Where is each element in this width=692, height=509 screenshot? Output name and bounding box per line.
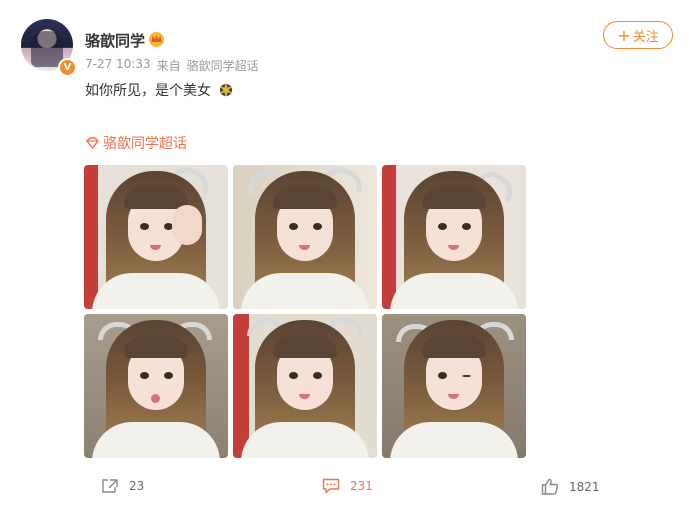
comment-count: 231 — [350, 479, 373, 493]
crown-icon — [149, 32, 164, 47]
photo-2[interactable] — [233, 165, 377, 309]
source-prefix: 来自 — [156, 59, 181, 73]
verified-badge: V — [58, 58, 77, 77]
post-source[interactable]: 骆歆同学超话 — [187, 57, 259, 74]
sparkle-emoji-icon — [219, 82, 233, 98]
photo-4[interactable] — [84, 314, 228, 458]
author-name[interactable]: 骆歆同学 — [85, 30, 145, 51]
share-count: 23 — [129, 479, 145, 493]
topic-label: 骆歆同学超话 — [103, 136, 187, 152]
post-time[interactable]: 7-27 10:33 — [85, 57, 151, 74]
photo-grid — [84, 165, 526, 458]
photo-6[interactable] — [382, 314, 526, 458]
share-icon — [102, 479, 118, 493]
plus-icon: + — [617, 25, 631, 45]
photo-3[interactable] — [382, 165, 526, 309]
action-bar: 23 231 1821 — [0, 478, 692, 502]
share-button[interactable]: 23 — [101, 478, 144, 494]
follow-button[interactable]: + 关注 — [603, 21, 673, 49]
photo-5[interactable] — [233, 314, 377, 458]
comment-icon — [322, 478, 340, 494]
like-button[interactable]: 1821 — [541, 478, 600, 495]
follow-label: 关注 — [632, 29, 659, 45]
comment-button[interactable]: 231 — [322, 478, 373, 494]
photo-1[interactable] — [84, 165, 228, 309]
post-text: 如你所见，是个美女 — [85, 83, 211, 99]
topic-diamond-icon — [86, 137, 99, 149]
like-count: 1821 — [569, 479, 600, 494]
topic-link[interactable]: 骆歆同学超话 — [85, 133, 187, 153]
post-meta: 7-27 10:33 来自 骆歆同学超话 — [85, 57, 259, 74]
post-content: 如你所见，是个美女 — [85, 80, 235, 100]
like-icon — [541, 478, 559, 495]
